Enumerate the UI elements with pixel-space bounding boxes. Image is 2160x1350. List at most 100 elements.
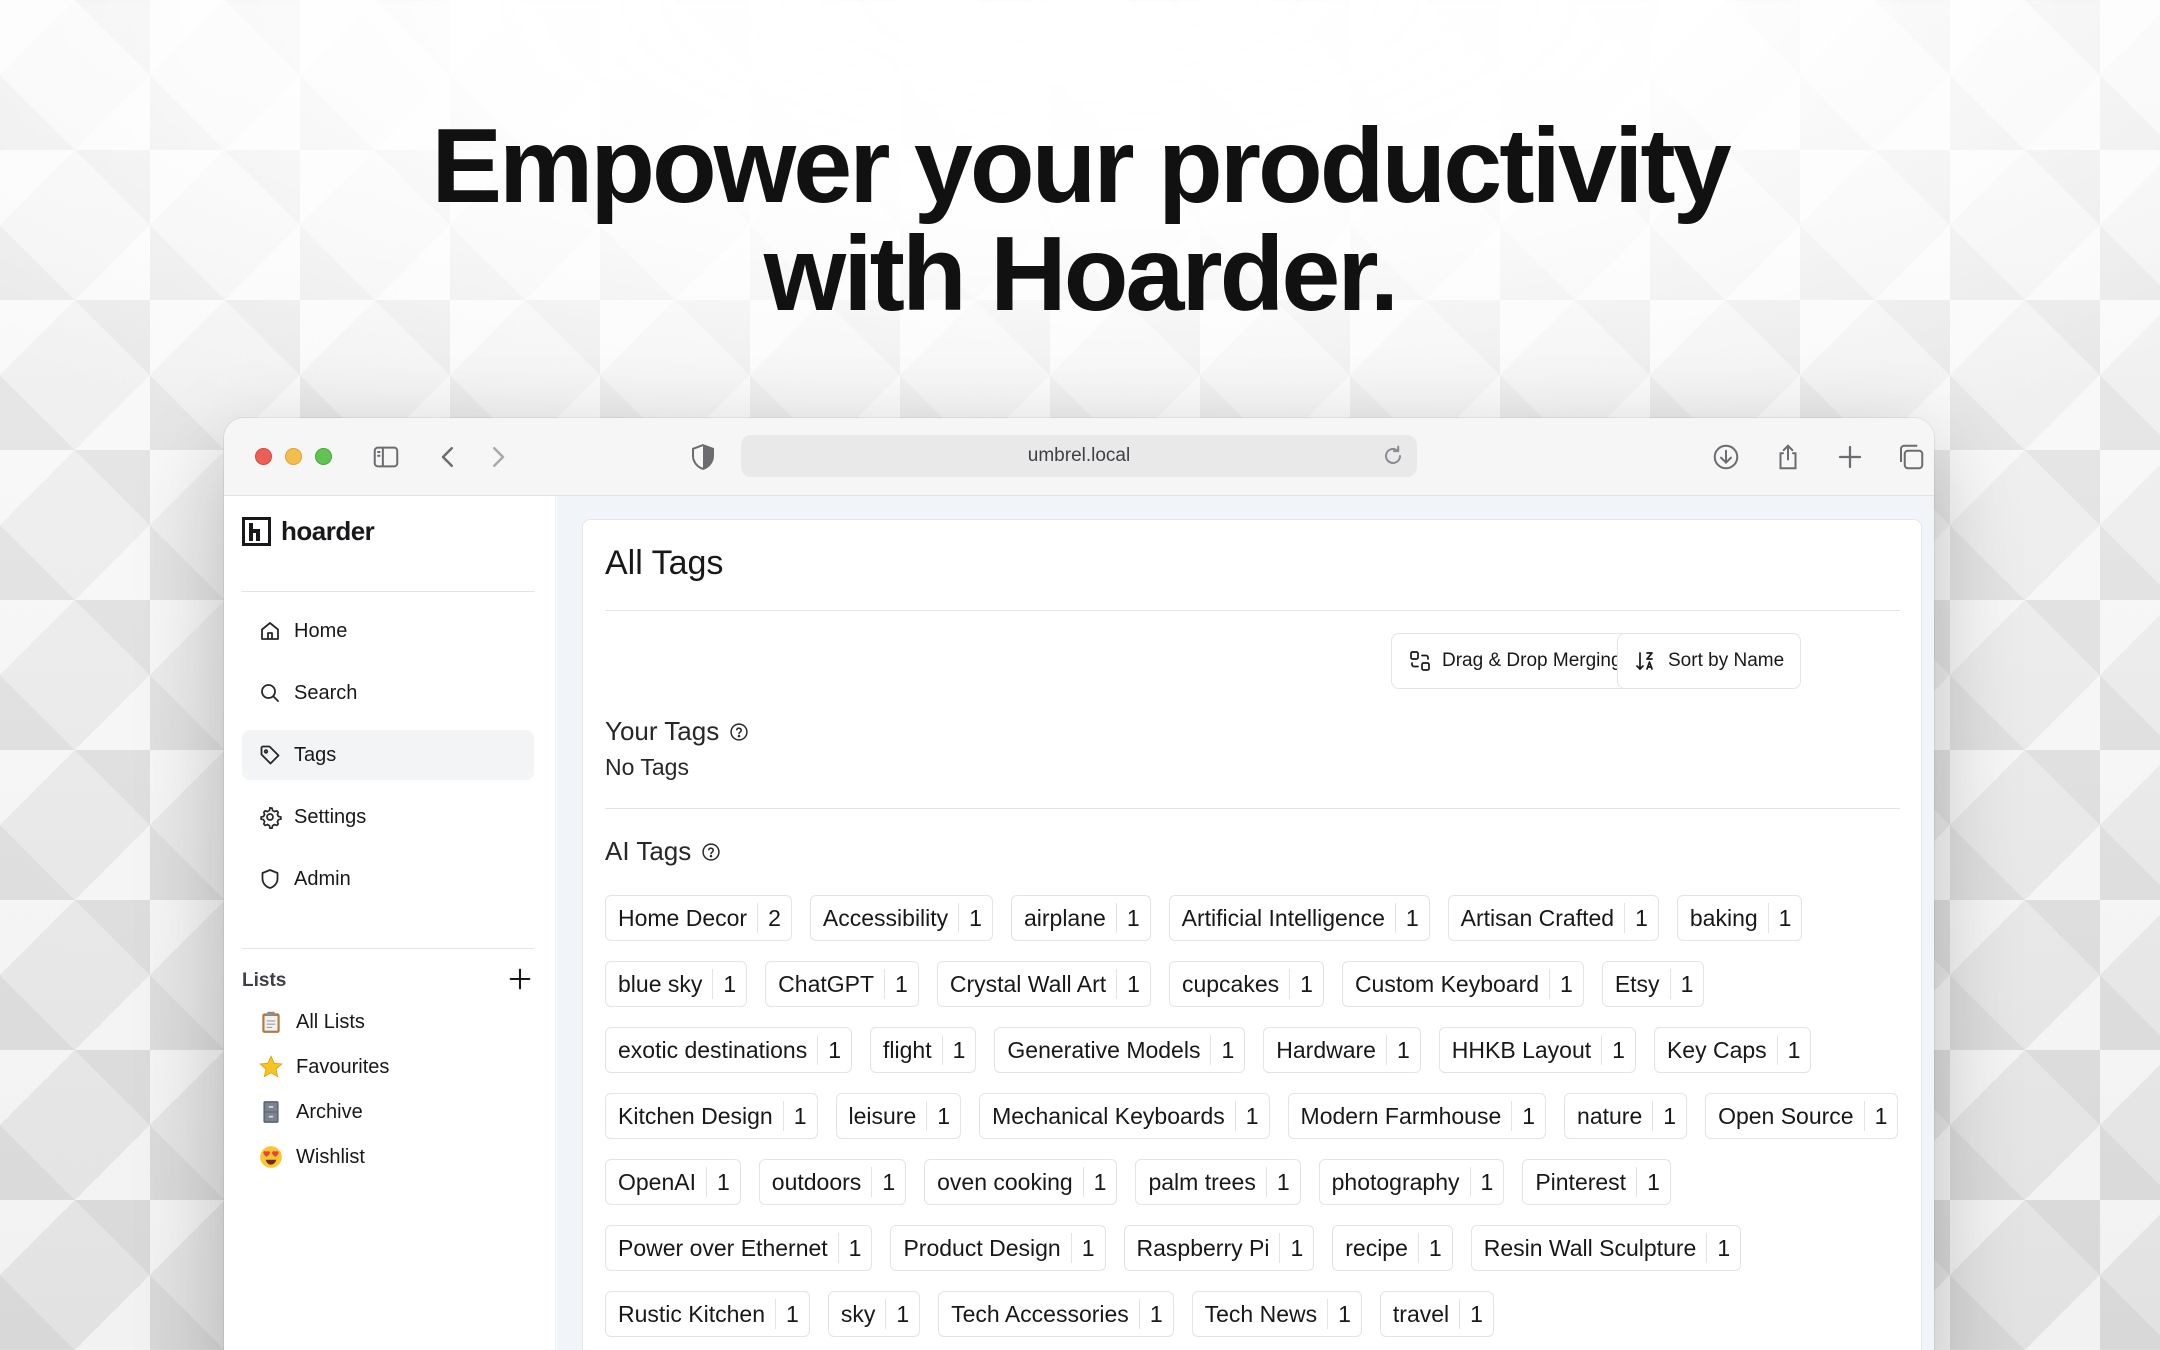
ai-tag-pill[interactable]: Generative Models 1 xyxy=(994,1027,1246,1073)
zoom-window-button[interactable] xyxy=(315,448,332,465)
ai-tag-pill[interactable]: Open Source 1 xyxy=(1705,1093,1899,1139)
sidebar-item-search[interactable]: Search xyxy=(242,668,534,718)
ai-tag-pill[interactable]: airplane 1 xyxy=(1010,895,1151,941)
ai-tag-pill[interactable]: Crystal Wall Art 1 xyxy=(936,961,1151,1007)
list-item-favourites[interactable]: Favourites xyxy=(258,1049,389,1085)
sidebar-item-tags[interactable]: Tags xyxy=(242,730,534,780)
hoarder-logo[interactable]: hoarder xyxy=(242,516,375,547)
ai-tag-pill[interactable]: Pinterest 1 xyxy=(1522,1159,1671,1205)
ai-tag-pill[interactable]: oven cooking 1 xyxy=(924,1159,1118,1205)
ai-tag-pill[interactable]: recipe 1 xyxy=(1332,1225,1453,1271)
ai-tag-pill[interactable]: Rustic Kitchen 1 xyxy=(605,1291,810,1337)
ai-tag-pill[interactable]: blue sky 1 xyxy=(605,961,748,1007)
tag-count: 1 xyxy=(1265,1167,1300,1197)
headline-line-2: with Hoarder. xyxy=(763,215,1399,333)
tag-count: 1 xyxy=(1082,1167,1117,1197)
ai-tag-pill[interactable]: OpenAI 1 xyxy=(605,1159,741,1205)
ai-tag-pill[interactable]: palm trees 1 xyxy=(1135,1159,1301,1205)
tag-name: Product Design xyxy=(903,1234,1061,1261)
tag-name: Raspberry Pi xyxy=(1136,1234,1270,1261)
home-icon xyxy=(261,622,279,640)
new-tab-icon[interactable] xyxy=(1831,438,1869,476)
help-circle-icon[interactable] xyxy=(729,722,749,742)
tag-name: cupcakes xyxy=(1181,970,1280,997)
ai-tag-pill[interactable]: HHKB Layout 1 xyxy=(1438,1027,1636,1073)
ai-tag-pill[interactable]: Home Decor 2 xyxy=(605,895,792,941)
tag-name: HHKB Layout xyxy=(1451,1036,1592,1063)
ai-tag-pill[interactable]: photography 1 xyxy=(1318,1159,1505,1205)
ai-tag-pill[interactable]: Resin Wall Sculpture 1 xyxy=(1470,1225,1742,1271)
ai-tag-pill[interactable]: Accessibility 1 xyxy=(809,895,993,941)
ai-tag-pill[interactable]: Kitchen Design 1 xyxy=(605,1093,818,1139)
sidebar-item-settings[interactable]: Settings xyxy=(242,792,534,842)
tag-count: 1 xyxy=(775,1299,809,1329)
add-list-button[interactable] xyxy=(506,965,534,998)
ai-tag-pill[interactable]: exotic destinations 1 xyxy=(605,1027,853,1073)
tag-count: 1 xyxy=(1636,1167,1670,1197)
ai-tag-pill[interactable]: ChatGPT 1 xyxy=(765,961,919,1007)
ai-tag-pill[interactable]: Hardware 1 xyxy=(1263,1027,1421,1073)
tag-count: 1 xyxy=(1767,903,1802,933)
tag-count: 1 xyxy=(712,969,746,999)
ai-tag-pill[interactable]: Key Caps 1 xyxy=(1653,1027,1812,1073)
ai-tag-pill[interactable]: flight 1 xyxy=(870,1027,977,1073)
tag-icon xyxy=(260,745,280,765)
ai-tag-pill[interactable]: sky 1 xyxy=(827,1291,921,1337)
sort-by-name-button[interactable]: Sort by Name xyxy=(1617,633,1802,689)
ai-tag-pill[interactable]: leisure 1 xyxy=(835,1093,962,1139)
sidebar-item-label: Tags xyxy=(294,743,337,766)
ai-tag-pill[interactable]: outdoors 1 xyxy=(758,1159,907,1205)
tabs-overview-icon[interactable] xyxy=(1892,438,1930,476)
sidebar-item-admin[interactable]: Admin xyxy=(242,854,534,904)
tag-count: 1 xyxy=(1115,903,1150,933)
ai-tag-pill[interactable]: Etsy 1 xyxy=(1601,961,1705,1007)
sidebar-icon[interactable] xyxy=(367,438,405,476)
ai-tag-pill[interactable]: Modern Farmhouse 1 xyxy=(1287,1093,1547,1139)
ai-tag-pill[interactable]: baking 1 xyxy=(1676,895,1803,941)
privacy-shield-icon[interactable] xyxy=(684,438,722,476)
tag-count: 1 xyxy=(1234,1101,1269,1131)
tag-count: 1 xyxy=(1652,1101,1686,1131)
tag-count: 1 xyxy=(1669,969,1704,999)
ai-tag-pill[interactable]: Power over Ethernet 1 xyxy=(605,1225,873,1271)
tag-name: Tech Accessories xyxy=(951,1300,1129,1327)
ai-tag-pill[interactable]: Product Design 1 xyxy=(890,1225,1106,1271)
address-bar[interactable]: umbrel.local xyxy=(741,435,1417,477)
your-tags-empty: No Tags xyxy=(605,754,689,780)
ai-tag-pill[interactable]: nature 1 xyxy=(1564,1093,1688,1139)
ai-tag-pill[interactable]: Custom Keyboard 1 xyxy=(1341,961,1584,1007)
shield-icon xyxy=(261,869,279,889)
sidebar-item-home[interactable]: Home xyxy=(242,606,534,656)
reload-icon[interactable] xyxy=(1379,442,1407,470)
list-item-wishlist[interactable]: Wishlist xyxy=(258,1139,365,1175)
ai-tag-pill[interactable]: Raspberry Pi 1 xyxy=(1123,1225,1315,1271)
sidebar-item-label: Home xyxy=(294,619,348,642)
ai-tag-pill[interactable]: Artificial Intelligence 1 xyxy=(1168,895,1430,941)
forward-icon[interactable] xyxy=(479,438,517,476)
help-circle-icon[interactable] xyxy=(701,842,721,862)
ai-tag-pill[interactable]: cupcakes 1 xyxy=(1168,961,1324,1007)
ai-tag-pill[interactable]: travel 1 xyxy=(1379,1291,1494,1337)
gear-icon xyxy=(260,806,282,829)
sidebar-item-label: Search xyxy=(294,681,358,704)
tag-count: 1 xyxy=(1279,1233,1313,1263)
ai-tag-pill[interactable]: Artisan Crafted 1 xyxy=(1447,895,1659,941)
tag-name: recipe xyxy=(1345,1234,1408,1261)
tag-count: 1 xyxy=(958,903,992,933)
tag-count: 1 xyxy=(1549,969,1583,999)
list-item-archive[interactable]: Archive xyxy=(258,1094,363,1130)
ai-tag-pill[interactable]: Mechanical Keyboards 1 xyxy=(979,1093,1270,1139)
share-icon[interactable] xyxy=(1769,438,1807,476)
tag-name: Hardware xyxy=(1276,1036,1376,1063)
download-icon[interactable] xyxy=(1707,438,1745,476)
back-icon[interactable] xyxy=(429,438,467,476)
ai-tag-pill[interactable]: Tech News 1 xyxy=(1191,1291,1362,1337)
ai-tag-pill[interactable]: Tech Accessories 1 xyxy=(938,1291,1174,1337)
list-item-all-lists[interactable]: All Lists xyxy=(258,1004,365,1040)
sidebar-divider xyxy=(242,591,534,592)
close-window-button[interactable] xyxy=(255,448,272,465)
tag-name: Etsy xyxy=(1614,970,1660,997)
sidebar-divider xyxy=(242,948,534,949)
tag-name: Rustic Kitchen xyxy=(618,1300,766,1327)
minimize-window-button[interactable] xyxy=(285,448,302,465)
